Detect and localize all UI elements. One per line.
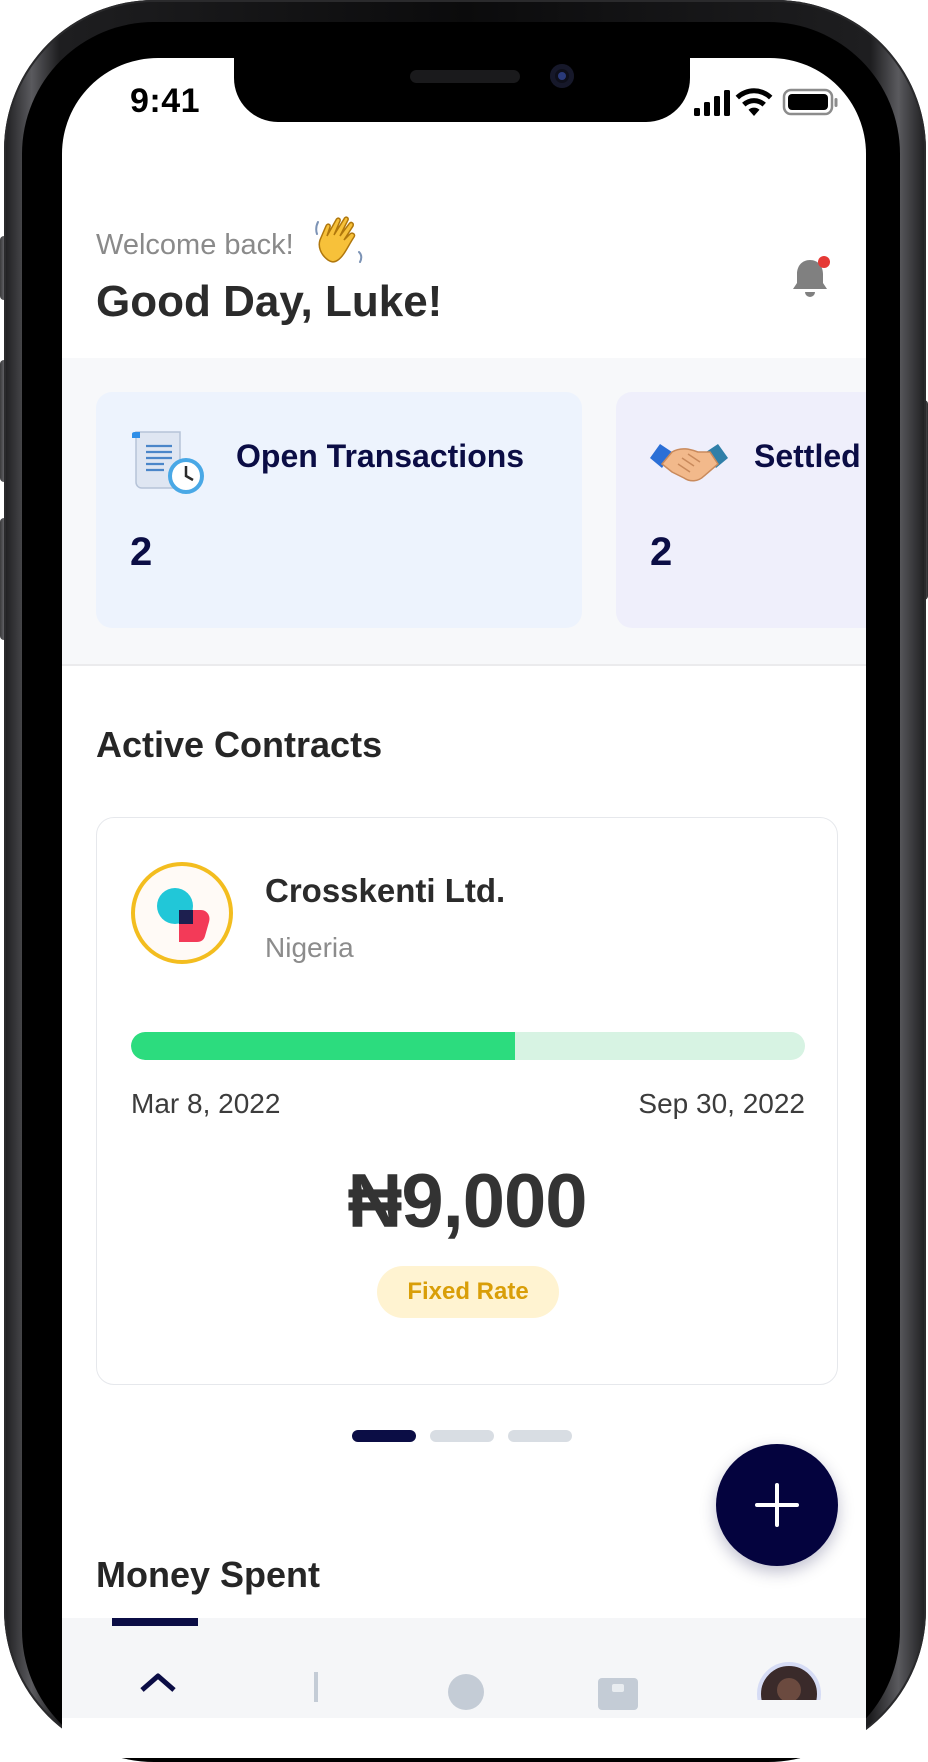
bottom-nav [62, 1618, 866, 1718]
bell-icon[interactable] [790, 254, 834, 302]
company-name: Crosskenti Ltd. [265, 872, 506, 909]
status-time: 9:41 [130, 82, 201, 120]
contract-start-date: Mar 8, 2022 [131, 1088, 281, 1119]
summary-strip: Open Transactions 2 Settled 2 [62, 358, 866, 664]
document-clock-icon [132, 431, 204, 494]
notch [234, 56, 690, 122]
contract-card[interactable]: Crosskenti Ltd. Nigeria Mar 8, 2022 Sep … [96, 817, 838, 1385]
section-divider [62, 664, 866, 666]
open-transactions-card[interactable]: Open Transactions 2 [96, 392, 582, 628]
contract-end-date: Sep 30, 2022 [638, 1088, 805, 1119]
user-icon[interactable] [446, 1670, 486, 1710]
active-contracts-heading: Active Contracts [96, 724, 383, 765]
notification-dot [818, 256, 830, 268]
money-spent-heading: Money Spent [96, 1554, 321, 1595]
pager-dot-3[interactable] [508, 1430, 572, 1442]
pager-dot-2[interactable] [430, 1430, 494, 1442]
document-icon[interactable] [598, 1670, 638, 1710]
nav-active-indicator [112, 1618, 198, 1626]
contract-amount: ₦9,000 [347, 1159, 587, 1244]
summary-card-count: 2 [650, 530, 673, 574]
company-country: Nigeria [265, 932, 354, 963]
summary-card-title: Settled [754, 438, 861, 474]
summary-card-count: 2 [130, 530, 153, 574]
summary-card-title: Open Transactions [236, 438, 525, 474]
settled-card[interactable]: Settled 2 [616, 392, 866, 628]
pager-dot-1[interactable] [352, 1430, 416, 1442]
rate-type-badge: Fixed Rate [377, 1266, 559, 1318]
contracts-pager [352, 1430, 572, 1442]
contract-progress-bar [131, 1032, 805, 1060]
avatar[interactable] [756, 1660, 822, 1700]
home-icon[interactable] [138, 1670, 178, 1710]
company-logo [131, 862, 233, 964]
welcome-text: Welcome back! [96, 229, 294, 261]
plus-icon [755, 1483, 799, 1527]
add-button[interactable] [716, 1444, 838, 1566]
speaker-grille [410, 70, 520, 83]
handshake-icon [650, 444, 728, 482]
battery-icon [782, 88, 838, 116]
front-camera [550, 64, 574, 88]
contract-progress-fill [131, 1032, 516, 1060]
status-icons [694, 88, 838, 116]
wifi-icon [735, 88, 773, 116]
chart-icon[interactable] [298, 1670, 338, 1710]
cellular-signal-icon [694, 90, 730, 116]
waving-hand-icon [315, 216, 363, 263]
greeting-heading: Good Day, Luke! [96, 277, 443, 326]
